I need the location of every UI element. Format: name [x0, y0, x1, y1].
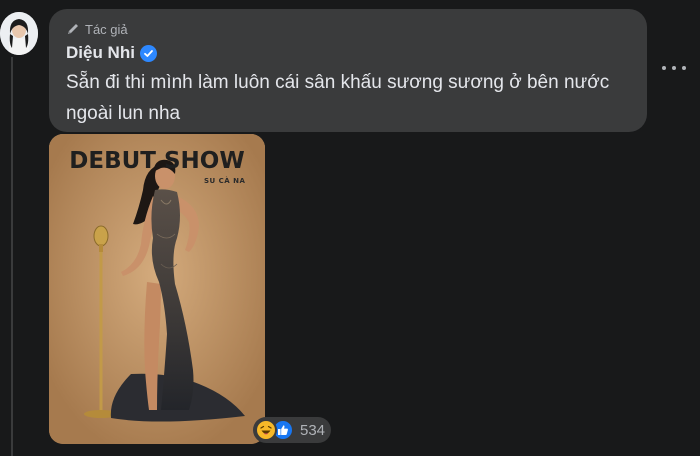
thread-line	[11, 57, 13, 456]
author-badge-label: Tác giả	[85, 21, 128, 37]
reaction-icons	[255, 419, 294, 441]
reactions-summary[interactable]: 534	[253, 417, 332, 443]
avatar-image	[0, 12, 38, 55]
poster-subtitle: SU CÀ NA	[204, 177, 246, 185]
author-name[interactable]: Diệu Nhi	[66, 43, 135, 63]
author-badge: Tác giả	[66, 20, 128, 38]
more-options-icon[interactable]	[662, 62, 686, 74]
comment-text: Sẵn đi thi mình làm luôn cái sân khấu sư…	[66, 72, 610, 124]
comment-bubble: Tác giả Diệu Nhi Sẵn đi thi mình làm luô…	[49, 9, 647, 132]
author-name-row: Diệu Nhi	[66, 43, 157, 63]
reaction-count: 534	[300, 421, 326, 439]
haha-icon	[255, 419, 277, 441]
poster-title: DEBUT SHOW	[69, 148, 245, 174]
comment-photo[interactable]: DEBUT SHOW SU CÀ NA	[49, 134, 265, 444]
author-avatar[interactable]	[0, 12, 38, 55]
pencil-icon	[68, 24, 78, 34]
verified-badge-icon	[139, 44, 157, 62]
